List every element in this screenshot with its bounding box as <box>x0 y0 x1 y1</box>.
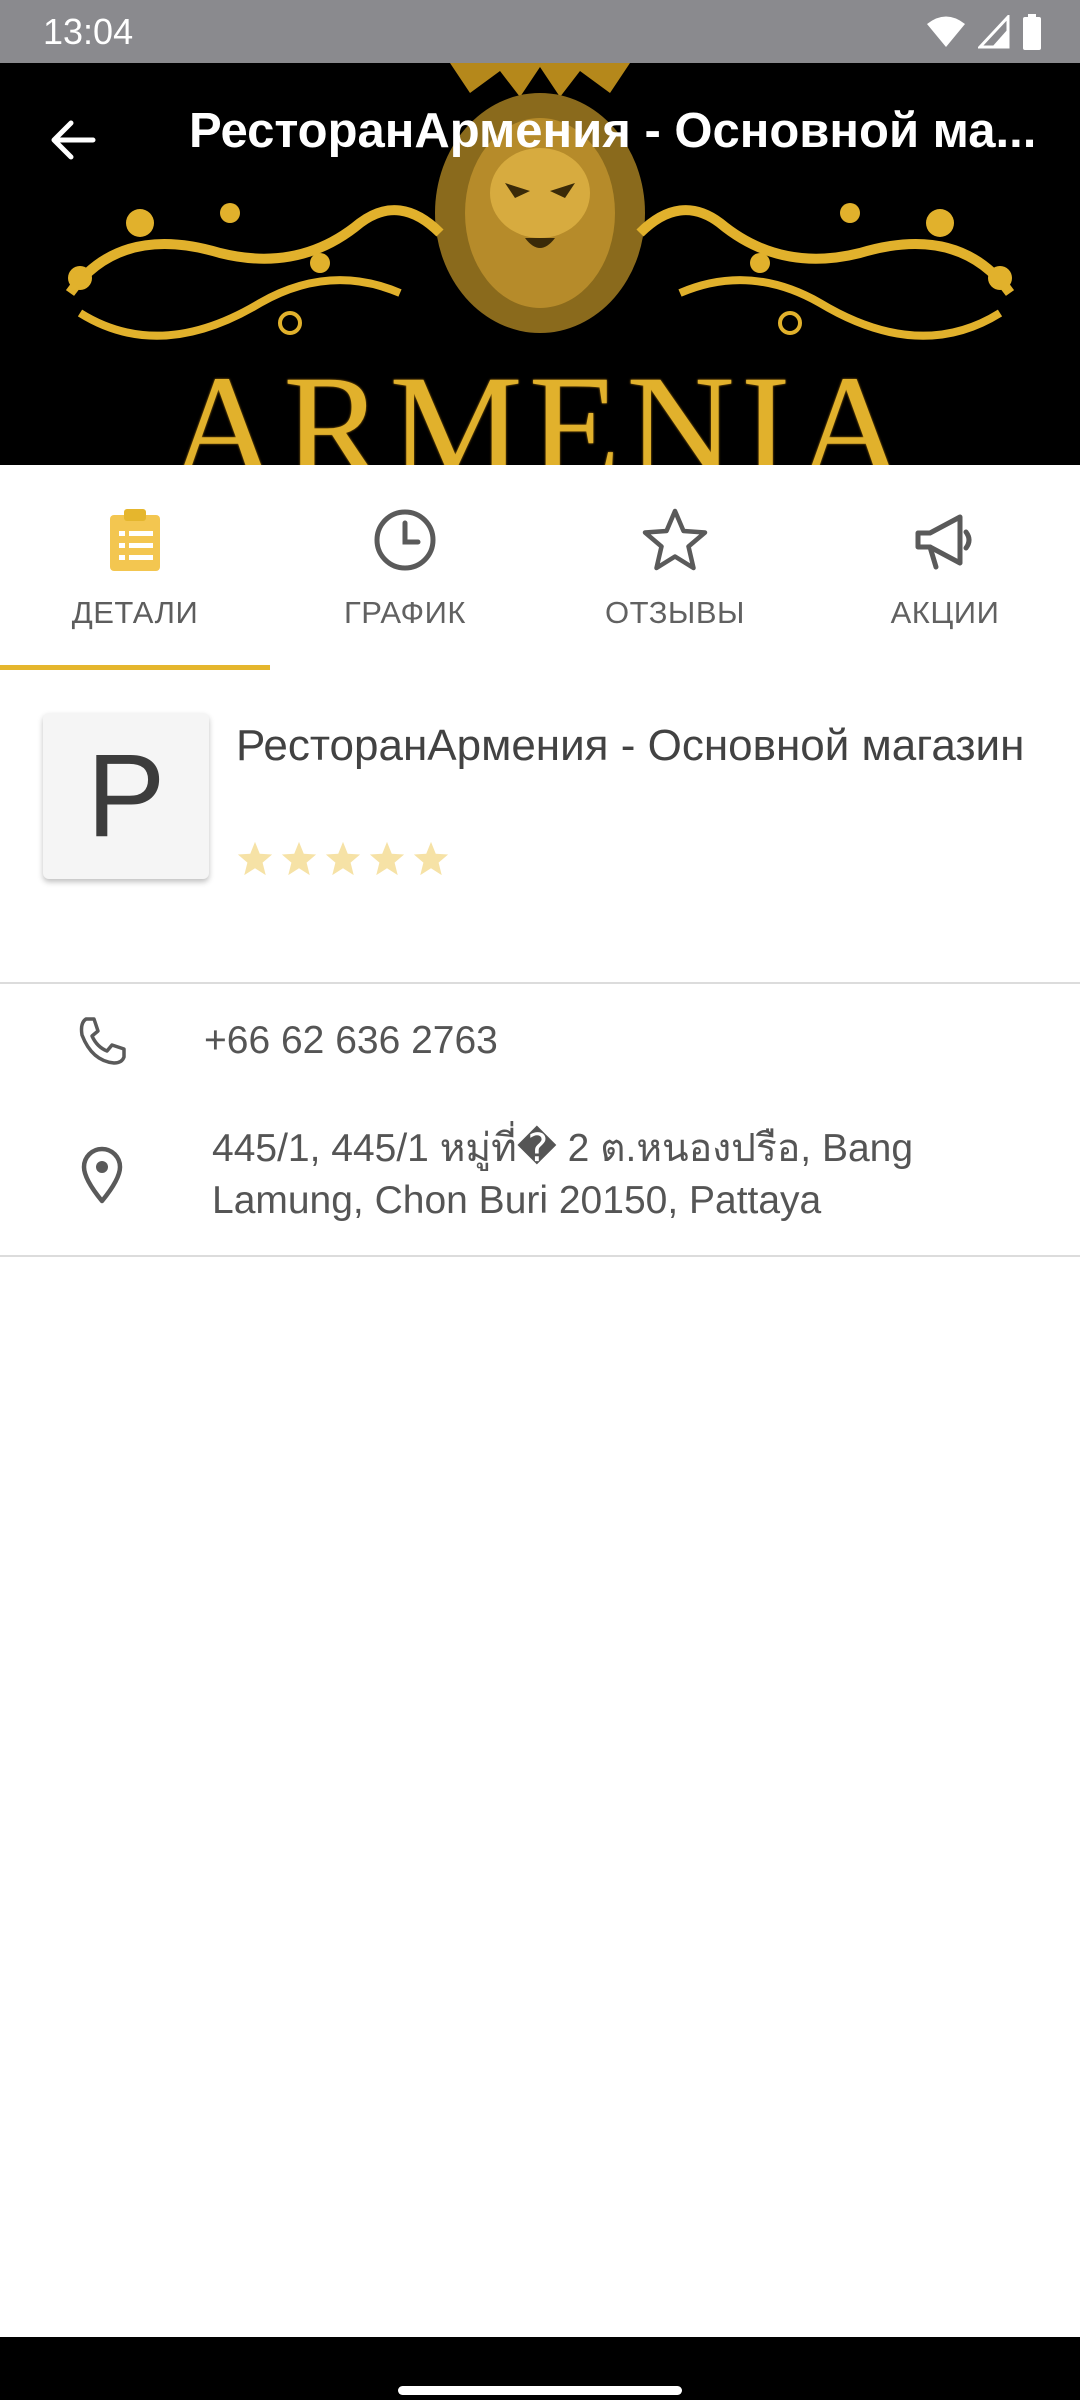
tab-bar: ДЕТАЛИ ГРАФИК ОТЗЫВЫ АКЦИИ <box>0 465 1080 670</box>
tab-reviews-label: ОТЗЫВЫ <box>605 595 745 630</box>
status-icons <box>926 14 1042 50</box>
store-header-banner: ARMENIA РесторанАрмения - Основной ма... <box>0 63 1080 465</box>
home-indicator[interactable] <box>398 2386 682 2395</box>
rating-star-icon <box>413 841 449 876</box>
signal-icon <box>978 15 1010 49</box>
status-time: 13:04 <box>43 11 134 52</box>
divider <box>0 982 1080 984</box>
store-address-link[interactable]: 445/1, 445/1 หมู่ที่� 2 ต.หนองปรือ, Bang… <box>212 1123 1032 1227</box>
clipboard-list-icon <box>110 509 160 571</box>
rating-star-icon <box>237 841 273 876</box>
store-rating <box>236 840 450 878</box>
status-bar: 13:04 <box>0 0 1080 63</box>
tab-promotions-label: АКЦИИ <box>890 595 1000 630</box>
active-tab-indicator <box>0 665 270 670</box>
tab-promotions[interactable]: АКЦИИ <box>810 465 1080 670</box>
clock-icon <box>374 509 436 571</box>
phone-icon <box>79 1017 126 1065</box>
megaphone-icon <box>915 514 972 570</box>
tab-schedule-label: ГРАФИК <box>344 595 466 630</box>
star-outline-icon <box>642 508 708 571</box>
location-pin-icon <box>81 1146 123 1204</box>
tab-schedule[interactable]: ГРАФИК <box>270 465 540 670</box>
tab-reviews[interactable]: ОТЗЫВЫ <box>540 465 810 670</box>
tab-details-label: ДЕТАЛИ <box>71 595 199 630</box>
rating-star-icon <box>325 841 361 876</box>
store-avatar: P <box>43 713 209 879</box>
divider <box>0 1255 1080 1257</box>
arrow-left-icon <box>51 120 96 160</box>
page-title: РесторанАрмения - Основной ма... <box>189 104 1037 158</box>
back-button[interactable] <box>38 105 108 175</box>
battery-icon <box>1023 14 1041 50</box>
tab-details[interactable]: ДЕТАЛИ <box>0 465 270 670</box>
rating-star-icon <box>369 841 405 876</box>
store-avatar-letter: P <box>86 730 166 862</box>
store-name: РесторанАрмения - Основной магазин <box>236 721 1025 770</box>
wifi-icon <box>927 16 965 47</box>
banner-brand-text: ARMENIA <box>169 345 911 465</box>
rating-star-icon <box>281 841 317 876</box>
store-phone-link[interactable]: +66 62 636 2763 <box>204 1015 498 1067</box>
